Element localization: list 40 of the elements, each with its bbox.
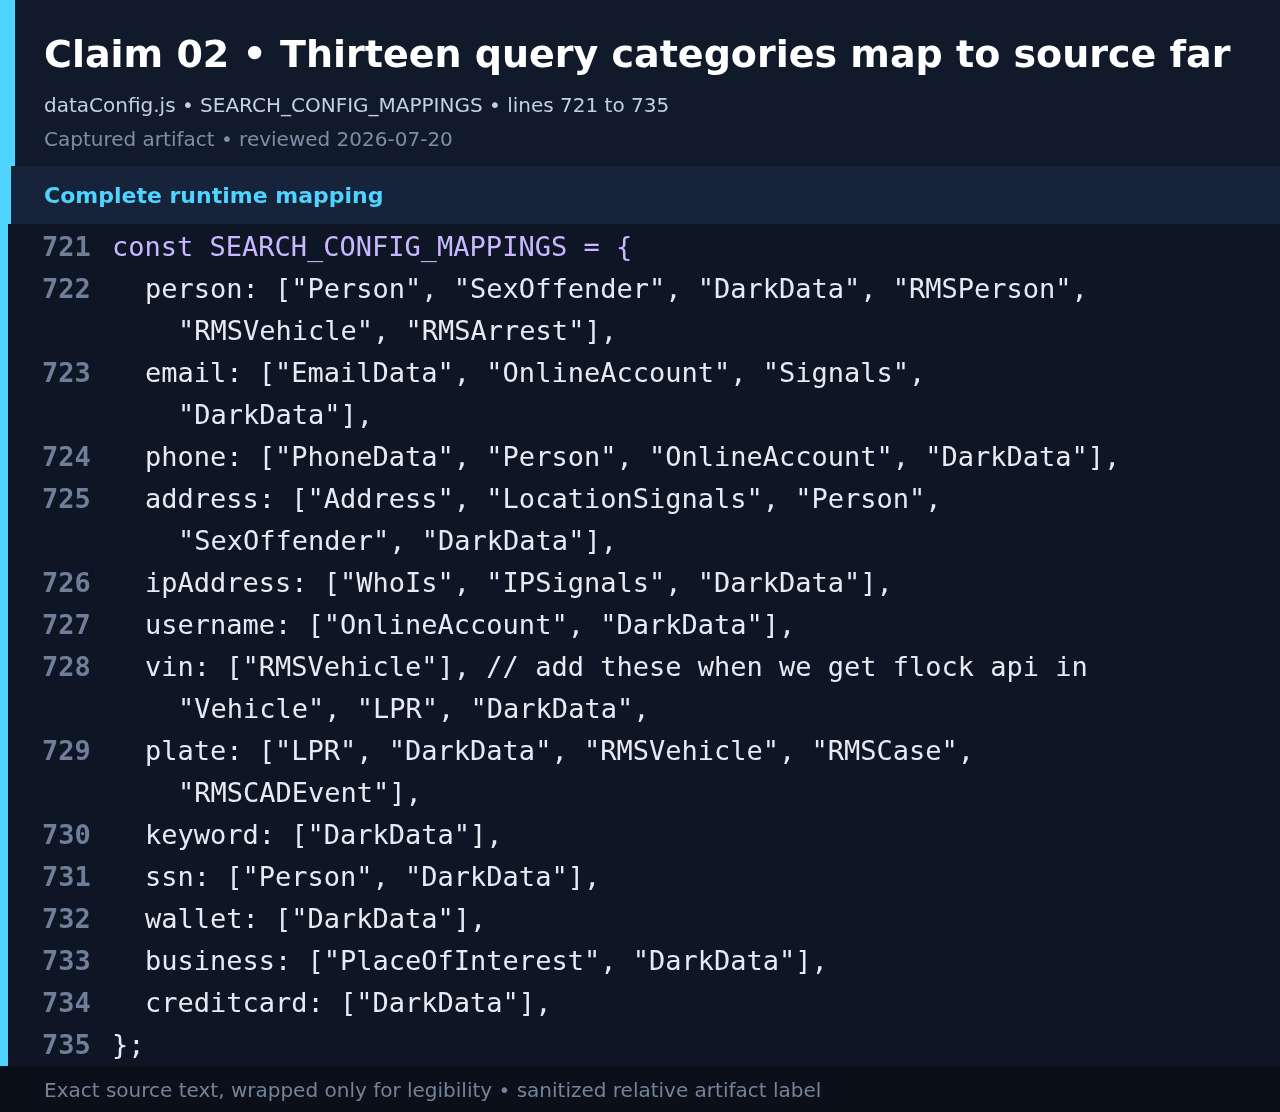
line-number: 732: [41, 902, 92, 936]
code-line: person: ["Person", "SexOffender", "DarkData", "RMSPerson",: [145, 272, 1088, 306]
code-line: username: ["OnlineAccount", "DarkData"],: [145, 608, 796, 642]
section-title: Complete runtime mapping: [44, 181, 384, 210]
line-number: 721: [41, 230, 92, 264]
line-number: 723: [41, 356, 92, 390]
line-number: 727: [41, 608, 92, 642]
source-reference: dataConfig.js • SEARCH_CONFIG_MAPPINGS • lines 721 to 735: [44, 92, 671, 118]
code-line: "DarkData"],: [177, 398, 375, 432]
line-number: 731: [41, 860, 92, 894]
code-line: };: [112, 1028, 145, 1062]
code-line: "Vehicle", "LPR", "DarkData",: [177, 692, 651, 726]
code-line: phone: ["PhoneData", "Person", "OnlineAccount", "DarkData"],: [145, 440, 1121, 474]
line-number: 730: [41, 818, 92, 852]
code-line: wallet: ["DarkData"],: [145, 902, 487, 936]
line-number: 734: [41, 986, 92, 1020]
line-number: 725: [41, 482, 92, 516]
code-line: address: ["Address", "LocationSignals", "Person",: [145, 482, 942, 516]
code-line: business: ["PlaceOfInterest", "DarkData"],: [145, 944, 828, 978]
line-number: 728: [41, 650, 92, 684]
code-line: plate: ["LPR", "DarkData", "RMSVehicle", "RMSCase",: [145, 734, 975, 768]
code-line: keyword: ["DarkData"],: [145, 818, 503, 852]
capture-note: Captured artifact • reviewed 2026-07-20: [44, 126, 454, 152]
code-line: creditcard: ["DarkData"],: [145, 986, 552, 1020]
code-line: ssn: ["Person", "DarkData"],: [145, 860, 601, 894]
line-number: 733: [41, 944, 92, 978]
code-line: vin: ["RMSVehicle"], // add these when we get flock api in: [145, 650, 1088, 684]
line-number: 722: [41, 272, 92, 306]
code-line: "SexOffender", "DarkData"],: [177, 524, 618, 558]
code-line: "RMSVehicle", "RMSArrest"],: [177, 314, 618, 348]
page-title: Claim 02 • Thirteen query categories map to source far: [44, 31, 1231, 78]
code-line: email: ["EmailData", "OnlineAccount", "Signals",: [145, 356, 926, 390]
line-number: 724: [41, 440, 92, 474]
code-line: ipAddress: ["WhoIs", "IPSignals", "DarkData"],: [145, 566, 893, 600]
line-number: 735: [41, 1028, 92, 1062]
code-line: const SEARCH_CONFIG_MAPPINGS = {: [112, 230, 633, 264]
footer-note: Exact source text, wrapped only for legibility • sanitized relative artifact label: [44, 1076, 822, 1104]
line-number: 726: [41, 566, 92, 600]
code-line: "RMSCADEvent"],: [177, 776, 423, 810]
line-number: 729: [41, 734, 92, 768]
